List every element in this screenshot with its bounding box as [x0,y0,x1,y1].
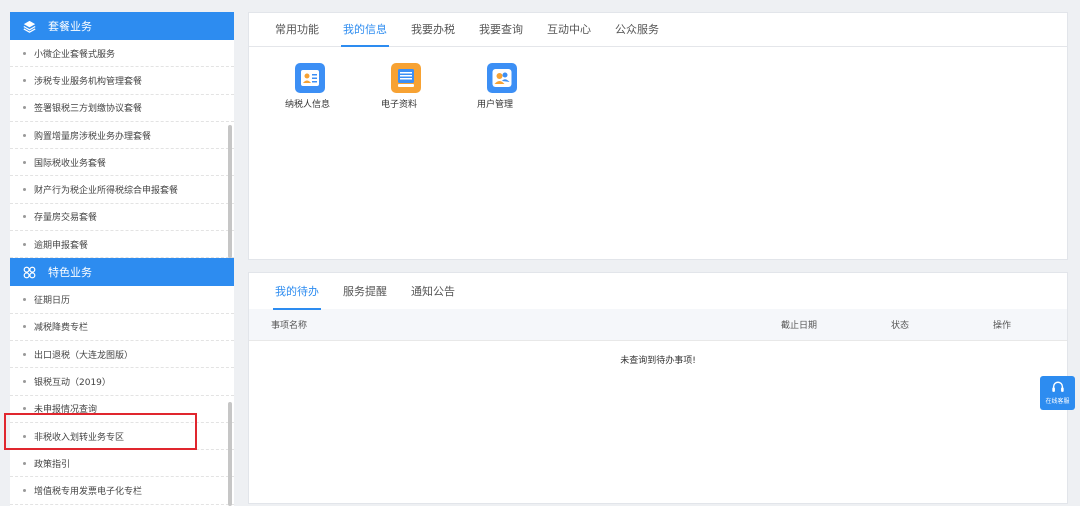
sidebar-item-label: 银税互动（2019） [34,377,111,388]
sidebar-group-header-featured[interactable]: 特色业务 [10,258,234,287]
tab-announcements[interactable]: 通知公告 [411,273,455,309]
bullet-icon [23,489,26,493]
sidebar-item-label: 小微企业套餐式服务 [34,49,116,60]
sidebar-item-label: 征期日历 [34,296,71,307]
document-stack-icon [391,63,421,93]
sidebar-item-label: 购置增量房涉税业务办理套餐 [34,131,152,142]
online-service-button[interactable]: 在线客服 [1040,376,1075,410]
app-electronic-docs[interactable]: 电子资料 [381,63,477,110]
sidebar-item[interactable]: 政策指引 [10,450,234,478]
sidebar-scrollbar[interactable] [228,402,232,506]
id-card-icon [295,63,325,93]
sidebar-group-header-packages[interactable]: 套餐业务 [10,12,234,40]
bullet-icon [23,242,26,246]
bullet-icon [23,51,26,55]
layers-icon [22,19,36,33]
bullet-icon [23,407,26,411]
app-taxpayer-info[interactable]: 纳税人信息 [285,63,381,110]
column-header-status: 状态 [891,321,910,331]
sidebar-item-label: 签署银税三方划缴协议套餐 [34,104,143,115]
sidebar-item-label: 存量房交易套餐 [34,213,98,224]
sidebar-item-label: 出口退税（大连龙图版） [34,350,134,361]
sidebar-group-title: 特色业务 [48,266,92,280]
sidebar-item-label: 国际税收业务套餐 [34,158,107,169]
bullet-icon [23,133,26,137]
sidebar-group-title: 套餐业务 [48,20,92,33]
table-header: 事项名称 截止日期 状态 操作 [249,309,1067,341]
bullet-icon [23,298,26,302]
tab-my-todos[interactable]: 我的待办 [273,273,321,310]
sidebar-item-label: 增值税专用发票电子化专栏 [34,487,143,498]
app-label: 电子资料 [381,100,418,110]
sidebar-item-label: 减税降费专栏 [34,323,89,334]
sidebar-item[interactable]: 国际税收业务套餐 [10,149,234,177]
apps-grid-icon [22,265,36,279]
sidebar-item-label: 逾期申报套餐 [34,240,89,251]
bullet-icon [23,379,26,383]
my-info-panel: 常用功能 我的信息 我要办税 我要查询 互动中心 公众服务 纳税人信息 电子资料… [248,12,1068,260]
todo-panel: 我的待办 服务提醒 通知公告 事项名称 截止日期 状态 操作 未查询到待办事项! [248,272,1068,504]
sidebar-scrollbar[interactable] [228,125,232,258]
sidebar-item-label: 财产行为税企业所得税综合申报套餐 [34,186,179,197]
app-label: 纳税人信息 [285,100,331,110]
users-icon [487,63,517,93]
sidebar-item[interactable]: 逾期申报套餐 [10,231,234,259]
tab-common-functions[interactable]: 常用功能 [275,12,319,46]
tab-tax-filing[interactable]: 我要办税 [411,12,455,46]
sidebar-item-label: 涉税专业服务机构管理套餐 [34,76,143,87]
headset-icon [1051,381,1065,396]
bullet-icon [23,325,26,329]
tab-query[interactable]: 我要查询 [479,12,523,46]
column-header-item-name: 事项名称 [271,321,308,331]
bullet-icon [23,188,26,192]
sidebar-item-label: 政策指引 [34,459,71,470]
bullet-icon [23,78,26,82]
bullet-icon [23,106,26,110]
column-header-deadline: 截止日期 [781,321,818,331]
app-user-management[interactable]: 用户管理 [477,63,573,110]
empty-message: 未查询到待办事项! [620,356,696,366]
tab-service-reminders[interactable]: 服务提醒 [343,273,387,309]
sidebar-item[interactable]: 财产行为税企业所得税综合申报套餐 [10,176,234,204]
bullet-icon [23,160,26,164]
tab-public-service[interactable]: 公众服务 [615,12,659,46]
bottom-tabs: 我的待办 服务提醒 通知公告 [249,273,1067,310]
sidebar-item[interactable]: 减税降费专栏 [10,314,234,341]
tab-my-info[interactable]: 我的信息 [341,12,389,47]
sidebar-item[interactable]: 银税互动（2019） [10,368,234,396]
top-tabs: 常用功能 我的信息 我要办税 我要查询 互动中心 公众服务 [249,13,1067,47]
tab-interaction-center[interactable]: 互动中心 [547,12,591,46]
sidebar-item[interactable]: 签署银税三方划缴协议套餐 [10,95,234,122]
sidebar-item[interactable]: 征期日历 [10,286,234,314]
column-header-actions: 操作 [993,321,1012,331]
sidebar-item[interactable]: 出口退税（大连龙图版） [10,341,234,369]
bullet-icon [23,352,26,356]
online-service-label: 在线客服 [1045,398,1070,405]
sidebar-item[interactable]: 增值税专用发票电子化专栏 [10,477,234,505]
sidebar-item[interactable]: 购置增量房涉税业务办理套餐 [10,122,234,150]
bullet-icon [23,461,26,465]
sidebar-item[interactable]: 存量房交易套餐 [10,204,234,232]
app-label: 用户管理 [477,100,514,110]
highlight-annotation [4,413,197,450]
sidebar-item[interactable]: 小微企业套餐式服务 [10,40,234,68]
bullet-icon [23,215,26,219]
sidebar-item[interactable]: 涉税专业服务机构管理套餐 [10,67,234,95]
